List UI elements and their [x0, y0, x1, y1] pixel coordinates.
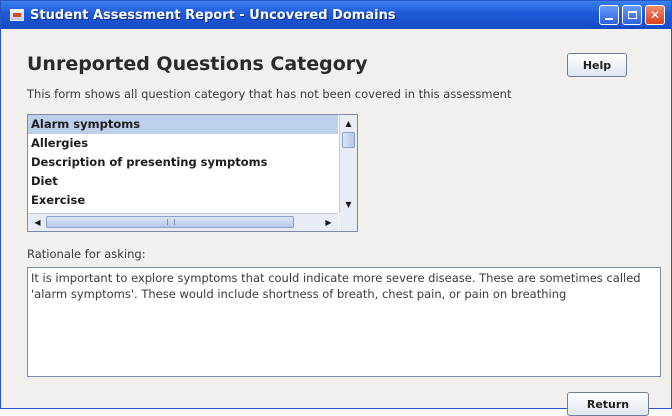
- window-controls: ✕: [599, 5, 665, 25]
- java-app-icon: [10, 9, 24, 21]
- vertical-scroll-thumb[interactable]: [342, 132, 355, 148]
- form-description: This form shows all question category th…: [27, 87, 512, 101]
- rationale-text-area[interactable]: It is important to explore symptoms that…: [27, 267, 661, 377]
- page-title: Unreported Questions Category: [27, 53, 368, 75]
- close-button[interactable]: ✕: [645, 5, 665, 25]
- list-item[interactable]: Description of presenting symptoms: [28, 153, 338, 172]
- list-item[interactable]: Alarm symptoms: [28, 115, 338, 134]
- minimize-button[interactable]: [599, 5, 619, 25]
- grip-icon: [167, 219, 175, 225]
- scroll-up-icon[interactable]: ▲: [342, 117, 355, 130]
- horizontal-scroll-thumb[interactable]: [46, 216, 294, 228]
- maximize-icon: [627, 11, 637, 19]
- vertical-scrollbar[interactable]: ▲ ▼: [339, 115, 357, 213]
- list-item[interactable]: Allergies: [28, 134, 338, 153]
- report-window: Student Assessment Report - Uncovered Do…: [0, 0, 672, 416]
- title-bar[interactable]: Student Assessment Report - Uncovered Do…: [1, 1, 671, 29]
- list-item[interactable]: Exercise: [28, 191, 338, 210]
- close-icon: ✕: [649, 8, 661, 22]
- category-list-items: Alarm symptoms Allergies Description of …: [28, 115, 338, 213]
- maximize-button[interactable]: [622, 5, 642, 25]
- window-title: Student Assessment Report - Uncovered Do…: [30, 7, 396, 23]
- scroll-right-icon[interactable]: ▶: [322, 216, 335, 229]
- scroll-down-icon[interactable]: ▼: [342, 198, 355, 211]
- scroll-left-icon[interactable]: ◀: [31, 216, 44, 229]
- minimize-icon: [605, 17, 613, 20]
- return-button[interactable]: Return: [567, 392, 649, 416]
- list-item[interactable]: Diet: [28, 172, 338, 191]
- category-list[interactable]: Alarm symptoms Allergies Description of …: [27, 114, 358, 232]
- horizontal-scrollbar[interactable]: ◀ ▶: [28, 213, 338, 231]
- rationale-label: Rationale for asking:: [27, 247, 146, 261]
- scrollbar-corner: [339, 213, 357, 231]
- help-button[interactable]: Help: [567, 53, 627, 77]
